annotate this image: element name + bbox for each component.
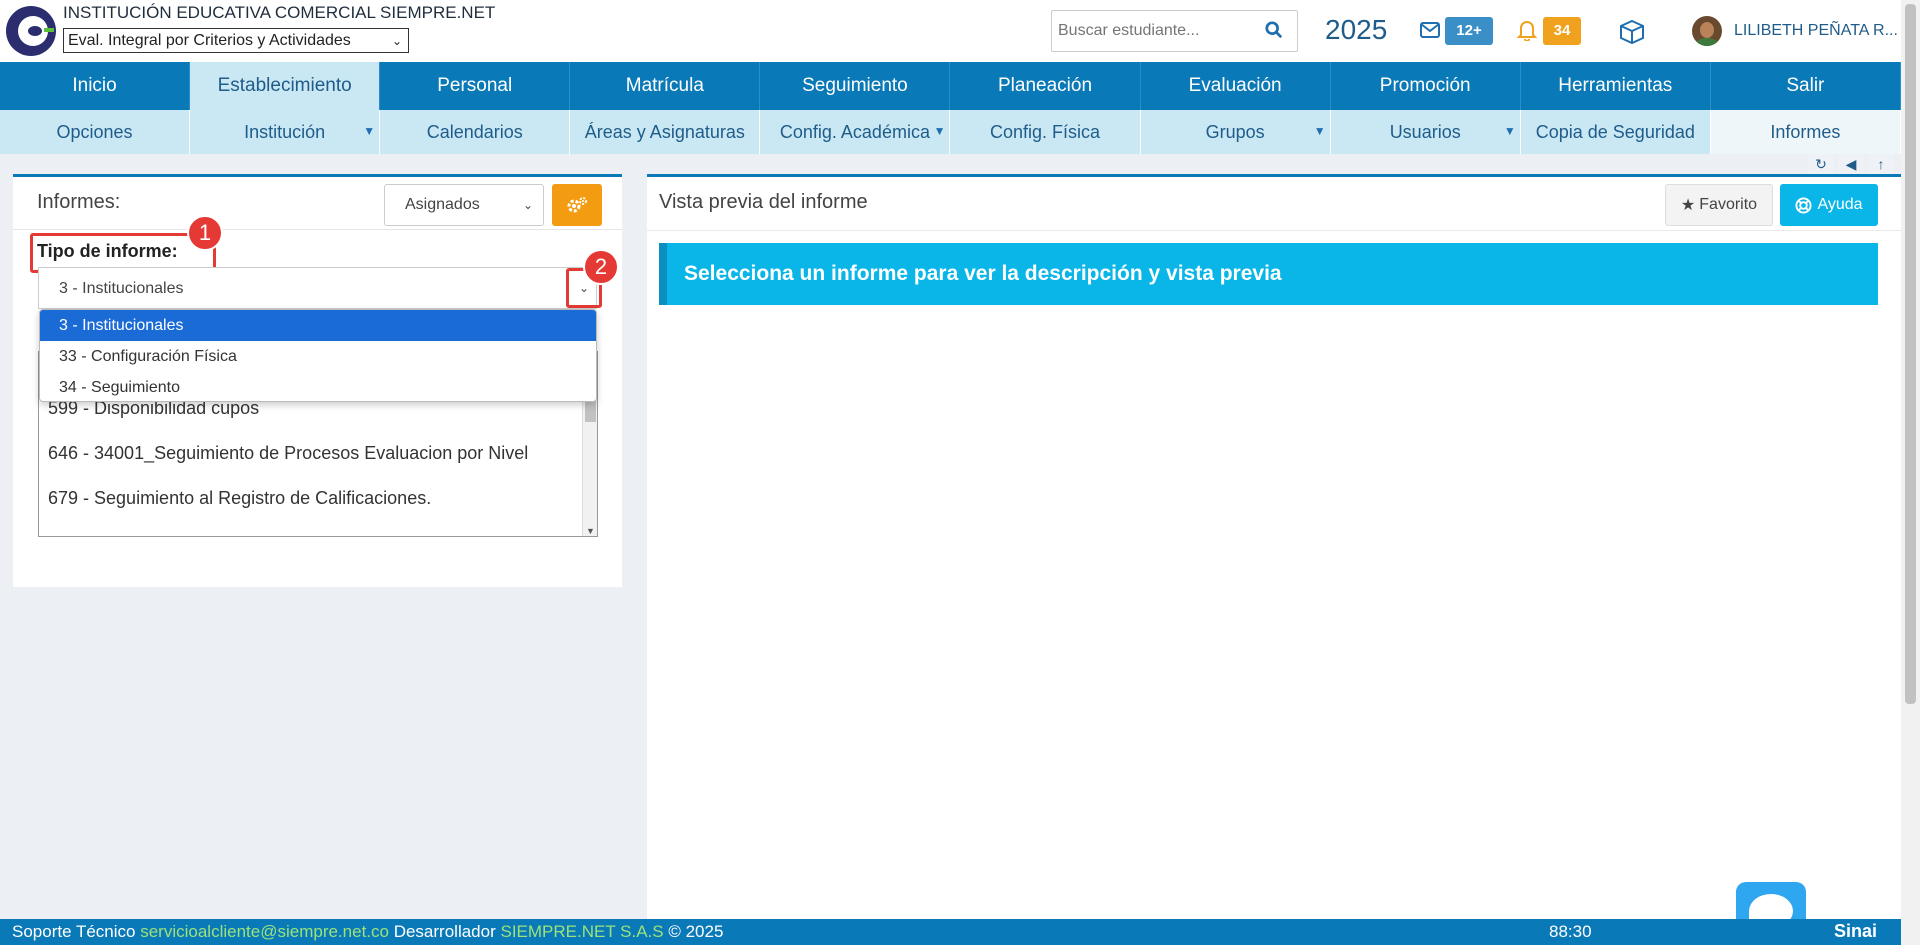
support-label: Soporte Técnico [12, 922, 136, 941]
panel-divider [647, 230, 1901, 231]
chevron-down-icon: ⌄ [522, 198, 533, 212]
subnav-opciones[interactable]: Opciones [0, 110, 191, 154]
nav-salir[interactable]: Salir [1711, 62, 1901, 110]
nav-establecimiento[interactable]: Establecimiento [190, 62, 381, 110]
chevron-down-icon: ⌄ [578, 281, 590, 295]
subnav-label: Institución [244, 121, 326, 142]
subnav-label: Informes [1770, 121, 1841, 142]
subnav-areas[interactable]: Áreas y Asignaturas [570, 110, 761, 154]
subnav-label: Opciones [56, 121, 133, 142]
student-search-box[interactable] [1051, 10, 1298, 52]
notification-count-badge[interactable]: 34 [1543, 17, 1581, 45]
student-search-input[interactable] [1058, 22, 1258, 40]
footer-support: Soporte Técnico servicioalcliente@siempr… [12, 922, 723, 942]
scroll-down-icon[interactable]: ▼ [586, 526, 595, 536]
subnav-institucion[interactable]: Institución ▼ [190, 110, 381, 154]
sub-nav: Opciones Institución ▼ Calendarios Áreas … [0, 110, 1901, 154]
subnav-grupos[interactable]: Grupos ▼ [1141, 110, 1331, 154]
school-year[interactable]: 2025 [1325, 14, 1387, 46]
evaluation-mode-select[interactable]: Eval. Integral por Criterios y Actividad… [63, 28, 409, 53]
report-filter-value: Asignados [405, 196, 480, 213]
caret-down-icon: ▼ [1313, 124, 1326, 138]
gears-icon [567, 197, 587, 213]
back-icon[interactable]: ◀ [1838, 154, 1864, 174]
subnav-config-fisica[interactable]: Config. Física [950, 110, 1141, 154]
nav-herramientas[interactable]: Herramientas [1521, 62, 1711, 110]
list-item[interactable]: 679 - Seguimiento al Registro de Calific… [48, 488, 431, 509]
subnav-copia-seguridad[interactable]: Copia de Seguridad [1521, 110, 1711, 154]
top-header: INSTITUCIÓN EDUCATIVA COMERCIAL SIEMPRE.… [0, 0, 1901, 62]
refresh-icon[interactable]: ↻ [1808, 154, 1834, 174]
report-type-options: 3 - Institucionales 33 - Configuración F… [39, 309, 597, 402]
list-item[interactable]: 646 - 34001_Seguimiento de Procesos Eval… [48, 443, 528, 464]
panel-divider [13, 229, 622, 230]
footer: Soporte Técnico servicioalcliente@siempr… [0, 919, 1901, 945]
option-institucionales[interactable]: 3 - Institucionales [40, 310, 596, 341]
nav-matricula[interactable]: Matrícula [570, 62, 761, 110]
cube-icon[interactable] [1618, 18, 1646, 46]
caret-down-icon: ▼ [1503, 124, 1516, 138]
search-icon[interactable] [1265, 21, 1283, 39]
subnav-label: Config. Académica [779, 121, 930, 142]
main-nav: Inicio Establecimiento Personal Matrícul… [0, 62, 1901, 110]
page-toolbar: ↻ ◀ ↑ [1808, 154, 1894, 176]
report-filter-select[interactable]: Asignados ⌄ [384, 184, 544, 226]
preview-title: Vista previa del informe [659, 191, 868, 213]
nav-personal[interactable]: Personal [380, 62, 571, 110]
nav-planeacion[interactable]: Planeación [950, 62, 1141, 110]
support-email-link[interactable]: servicioalcliente@siempre.net.co [140, 922, 389, 941]
star-icon: ★ [1680, 197, 1696, 214]
subnav-calendarios[interactable]: Calendarios [380, 110, 571, 154]
report-type-select[interactable]: 3 - Institucionales [38, 267, 597, 309]
settings-button[interactable] [552, 184, 602, 226]
subnav-label: Áreas y Asignaturas [584, 121, 745, 142]
option-seguimiento[interactable]: 34 - Seguimiento [40, 372, 596, 401]
help-button[interactable]: Ayuda [1780, 184, 1878, 226]
help-label: Ayuda [1817, 196, 1863, 213]
page-scrollbar[interactable] [1901, 0, 1920, 945]
mail-count-badge[interactable]: 12+ [1445, 17, 1493, 45]
preview-panel: Vista previa del informe ★ Favorito Ayud… [647, 174, 1901, 919]
subnav-label: Copia de Seguridad [1535, 121, 1695, 142]
nav-evaluacion[interactable]: Evaluación [1141, 62, 1331, 110]
evaluation-mode-value: Eval. Integral por Criterios y Actividad… [68, 31, 351, 49]
institution-logo[interactable] [6, 6, 56, 56]
subnav-usuarios[interactable]: Usuarios ▼ [1331, 110, 1521, 154]
copyright: © 2025 [668, 922, 724, 941]
nav-promocion[interactable]: Promoción [1331, 62, 1521, 110]
preview-info-message: Selecciona un informe para ver la descri… [659, 243, 1878, 305]
user-avatar[interactable] [1692, 16, 1722, 46]
developer-link[interactable]: SIEMPRE.NET S.A.S [500, 922, 663, 941]
annotation-marker-2: 2 [583, 249, 619, 285]
institution-name: INSTITUCIÓN EDUCATIVA COMERCIAL SIEMPRE.… [63, 3, 496, 22]
user-name[interactable]: LILIBETH PEÑATA R... [1734, 22, 1898, 40]
subnav-label: Usuarios [1389, 121, 1461, 142]
bell-icon[interactable] [1517, 19, 1537, 41]
mail-icon[interactable] [1420, 22, 1440, 38]
developer-label: Desarrollador [393, 922, 496, 941]
chevron-down-icon: ⌄ [391, 33, 402, 48]
lifebuoy-icon [1795, 196, 1812, 214]
favorite-button[interactable]: ★ Favorito [1665, 184, 1773, 226]
subnav-informes[interactable]: Informes [1710, 110, 1901, 154]
option-configuracion-fisica[interactable]: 33 - Configuración Física [40, 341, 596, 372]
reports-panel-title: Informes: [37, 191, 121, 213]
subnav-label: Grupos [1205, 121, 1265, 142]
brand-logo: Sinai [1834, 921, 1878, 941]
caret-down-icon: ▼ [363, 124, 376, 138]
favorite-label: Favorito [1699, 196, 1758, 213]
subnav-config-academica[interactable]: Config. Académica ▼ [760, 110, 951, 154]
subnav-label: Calendarios [426, 121, 523, 142]
nav-inicio[interactable]: Inicio [0, 62, 191, 110]
subnav-label: Config. Física [989, 121, 1101, 142]
session-timer: 88:30 [1549, 922, 1592, 941]
nav-seguimiento[interactable]: Seguimiento [760, 62, 951, 110]
caret-down-icon: ▼ [933, 124, 946, 138]
arrow-up-icon[interactable]: ↑ [1868, 154, 1894, 174]
annotation-marker-1: 1 [187, 215, 223, 251]
